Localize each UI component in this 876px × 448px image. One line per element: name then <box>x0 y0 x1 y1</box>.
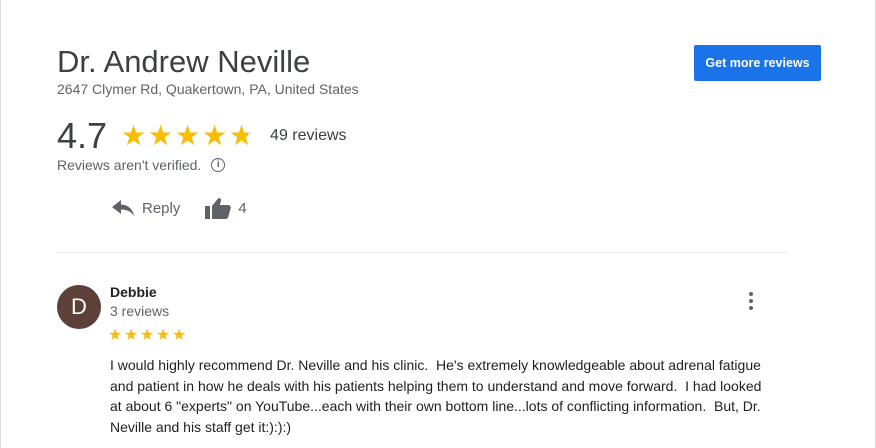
star-icon: ★ <box>172 327 187 344</box>
star-icon: ★ ★ <box>202 120 228 151</box>
review-actions: Reply 4 <box>112 196 247 220</box>
like-count: 4 <box>238 199 247 217</box>
reply-label: Reply <box>142 199 181 217</box>
rating-summary: 4.7 ★ ★ ★ ★ ★ ★ ★ ★ ★ ★ 49 reviews <box>57 114 347 158</box>
rating-value: 4.7 <box>57 115 108 156</box>
reply-button[interactable]: Reply <box>112 200 180 217</box>
star-icon: ★ ★ <box>175 120 201 151</box>
verification-text: Reviews aren't verified. <box>57 157 202 173</box>
avatar[interactable]: D <box>57 285 101 329</box>
reply-icon <box>112 200 134 216</box>
business-name: Dr. Andrew Neville <box>57 44 311 79</box>
review-stars: ★ ★ ★ ★ ★ <box>108 328 188 344</box>
verification-note: Reviews aren't verified. i <box>57 157 226 173</box>
star-icon: ★ ★ <box>148 120 174 151</box>
star-icon: ★ <box>156 327 171 344</box>
divider <box>57 252 788 253</box>
reviewer-review-count: 3 reviews <box>110 303 170 319</box>
reviewer-name[interactable]: Debbie <box>110 284 157 300</box>
more-vert-icon[interactable] <box>741 289 761 313</box>
star-icon: ★ <box>124 327 139 344</box>
star-icon: ★ <box>140 327 155 344</box>
review-text: I would highly recommend Dr. Neville and… <box>110 357 766 435</box>
info-icon[interactable]: i <box>211 158 226 172</box>
star-icon: ★ <box>108 327 123 344</box>
like-button[interactable]: 4 <box>205 197 247 219</box>
reviews-count[interactable]: 49 reviews <box>270 127 346 145</box>
left-border <box>0 0 1 448</box>
star-icon: ★ ★ <box>121 120 147 151</box>
business-address: 2647 Clymer Rd, Quakertown, PA, United S… <box>57 81 359 97</box>
rating-stars: ★ ★ ★ ★ ★ ★ ★ ★ ★ ★ <box>121 122 256 150</box>
get-more-reviews-button[interactable]: Get more reviews <box>694 45 821 81</box>
star-icon: ★ ★ <box>229 120 255 151</box>
thumbs-up-icon <box>205 198 232 219</box>
